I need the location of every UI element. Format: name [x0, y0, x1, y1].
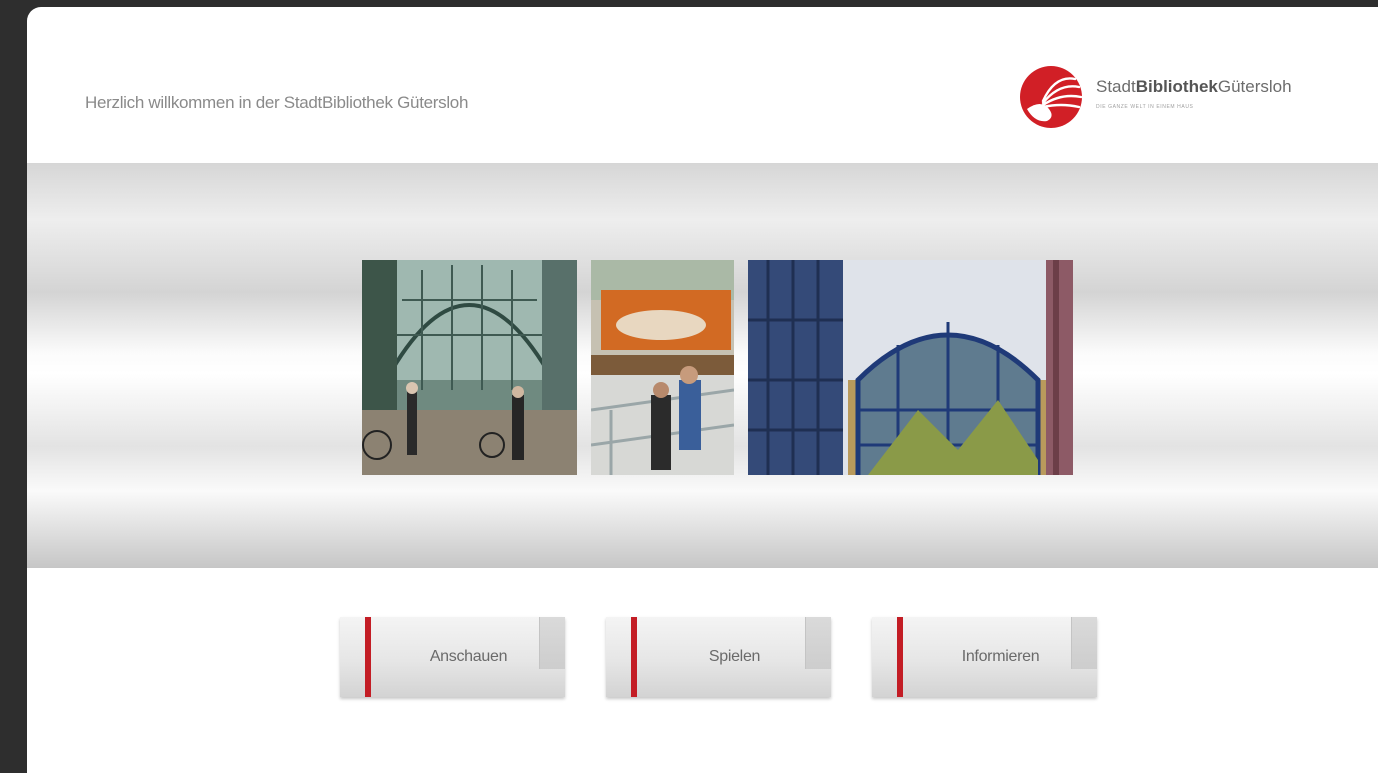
button-accent-bar: [365, 617, 371, 697]
nav-button-informieren[interactable]: Informieren: [872, 617, 1097, 697]
nav-button-label: Spielen: [708, 648, 761, 665]
photo-glass-facade: [748, 260, 1073, 475]
button-accent-bar: [631, 617, 637, 697]
hero-band: [27, 163, 1378, 568]
welcome-heading: Herzlich willkommen in der StadtBiblioth…: [85, 93, 469, 112]
nav-button-label: Informieren: [961, 648, 1040, 665]
nav-button-label: Anschauen: [429, 648, 508, 665]
photo-glass-arcade: [362, 260, 577, 475]
library-logo-wordmark: StadtBibliothekGütersloh: [1096, 77, 1292, 96]
library-logo-tagline: DIE GANZE WELT IN EINEM HAUS: [1096, 104, 1194, 110]
nav-button-anschauen[interactable]: Anschauen: [340, 617, 565, 697]
kiosk-screen: Herzlich willkommen in der StadtBiblioth…: [27, 7, 1378, 773]
library-logo-icon: [1020, 66, 1083, 128]
nav-button-spielen[interactable]: Spielen: [606, 617, 831, 697]
button-accent-bar: [897, 617, 903, 697]
photo-reading-area: [591, 260, 734, 475]
library-logo: StadtBibliothekGütersloh DIE GANZE WELT …: [1019, 65, 1359, 131]
